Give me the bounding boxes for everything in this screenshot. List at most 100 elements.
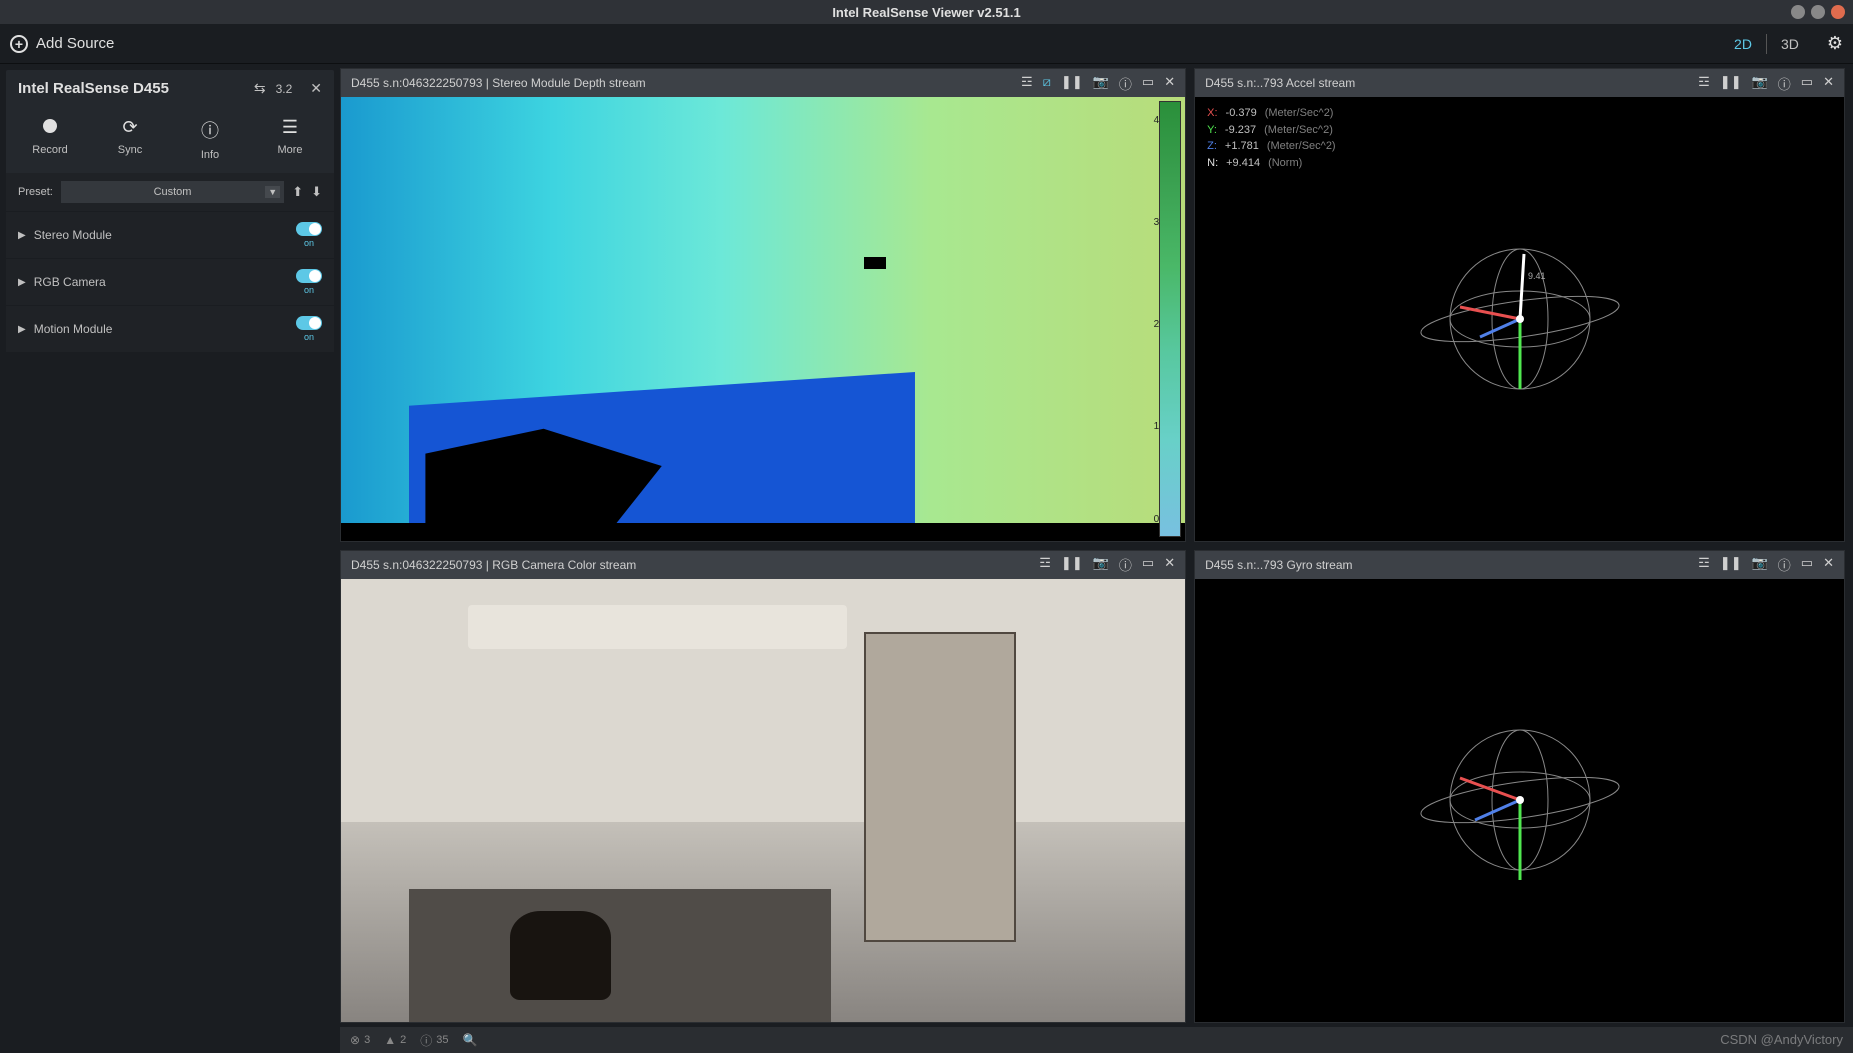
info-icon: ⓘ bbox=[180, 117, 240, 143]
depth-colorbar bbox=[1159, 101, 1181, 537]
status-errors[interactable]: ⊗ 3 bbox=[350, 1033, 370, 1047]
close-stream-icon[interactable]: ✕ bbox=[1823, 74, 1834, 93]
preset-value: Custom bbox=[154, 186, 192, 198]
maximize-button[interactable] bbox=[1811, 5, 1825, 19]
minimize-button[interactable] bbox=[1791, 5, 1805, 19]
chevron-down-icon: ▼ bbox=[265, 186, 280, 198]
pause-icon[interactable]: ❚❚ bbox=[1720, 555, 1742, 574]
colorbar-tick: 2 bbox=[1154, 319, 1160, 330]
camera-icon[interactable]: 📷 bbox=[1093, 74, 1109, 93]
close-stream-icon[interactable]: ✕ bbox=[1164, 555, 1175, 574]
chart-icon[interactable]: ⧄ bbox=[1043, 74, 1051, 93]
colorbar-tick: 0 bbox=[1154, 514, 1160, 525]
camera-icon[interactable]: 📷 bbox=[1093, 555, 1109, 574]
gyro-gimbal bbox=[1410, 700, 1630, 900]
close-device-button[interactable]: ✕ bbox=[310, 80, 322, 97]
more-label: More bbox=[260, 144, 320, 156]
module-toggle[interactable] bbox=[296, 316, 322, 330]
record-button[interactable]: Record bbox=[20, 117, 80, 161]
accel-stream-panel: D455 s.n:..793 Accel stream ☲ ❚❚ 📷 ⓘ ▭ ✕… bbox=[1194, 68, 1845, 542]
window-controls bbox=[1791, 5, 1845, 19]
window-title: Intel RealSense Viewer v2.51.1 bbox=[832, 5, 1020, 20]
stream-info-icon[interactable]: ⓘ bbox=[1119, 74, 1132, 93]
rgb-stream-controls: ☲ ❚❚ 📷 ⓘ ▭ ✕ bbox=[1039, 555, 1175, 574]
pause-icon[interactable]: ❚❚ bbox=[1061, 555, 1083, 574]
camera-icon[interactable]: 📷 bbox=[1752, 74, 1768, 93]
module-toggle-state: on bbox=[296, 332, 322, 342]
view-toggle: 2D 3D bbox=[1722, 32, 1811, 56]
titlebar: Intel RealSense Viewer v2.51.1 bbox=[0, 0, 1853, 24]
rgb-stream-panel: D455 s.n:046322250793 | RGB Camera Color… bbox=[340, 550, 1186, 1024]
error-icon: ⊗ bbox=[350, 1033, 360, 1047]
module-row[interactable]: ▶ Motion Module on bbox=[6, 305, 334, 352]
status-info[interactable]: ⓘ 35 bbox=[420, 1032, 448, 1049]
sync-icon: ⟳ bbox=[100, 117, 160, 138]
list-icon[interactable]: ☲ bbox=[1039, 555, 1051, 574]
rgb-stream-view[interactable] bbox=[341, 579, 1185, 1023]
colorbar-tick: 3 bbox=[1154, 217, 1160, 228]
module-name: Stereo Module bbox=[34, 228, 296, 242]
add-source-label: Add Source bbox=[36, 35, 114, 52]
stream-info-icon[interactable]: ⓘ bbox=[1119, 555, 1132, 574]
preset-select[interactable]: Custom ▼ bbox=[61, 181, 284, 203]
pause-icon[interactable]: ❚❚ bbox=[1720, 74, 1742, 93]
plus-icon: + bbox=[10, 35, 28, 53]
accel-stream-view[interactable]: X:-0.379(Meter/Sec^2)Y:-9.237(Meter/Sec^… bbox=[1195, 97, 1844, 541]
window-icon[interactable]: ▭ bbox=[1801, 555, 1813, 574]
download-preset-icon[interactable]: ⬇ bbox=[311, 184, 322, 200]
hamburger-icon: ☰ bbox=[260, 117, 320, 138]
pause-icon[interactable]: ❚❚ bbox=[1061, 74, 1083, 93]
gyro-stream-view[interactable] bbox=[1195, 579, 1844, 1023]
depth-stream-title: D455 s.n:046322250793 | Stereo Module De… bbox=[351, 76, 1021, 90]
upload-preset-icon[interactable]: ⬆ bbox=[292, 184, 303, 200]
depth-stream-view[interactable]: 4 3 2 1 0 bbox=[341, 97, 1185, 541]
colorbar-tick: 4 bbox=[1154, 115, 1160, 126]
more-button[interactable]: ☰ More bbox=[260, 117, 320, 161]
sync-label: Sync bbox=[100, 144, 160, 156]
error-count: 3 bbox=[364, 1034, 370, 1046]
camera-icon[interactable]: 📷 bbox=[1752, 555, 1768, 574]
module-toggle[interactable] bbox=[296, 222, 322, 236]
sidebar: Intel RealSense D455 ⇆ 3.2 ✕ Record ⟳ Sy… bbox=[0, 64, 340, 1053]
info-label: Info bbox=[180, 149, 240, 161]
gyro-stream-panel: D455 s.n:..793 Gyro stream ☲ ❚❚ 📷 ⓘ ▭ ✕ bbox=[1194, 550, 1845, 1024]
record-label: Record bbox=[20, 144, 80, 156]
module-toggle[interactable] bbox=[296, 269, 322, 283]
colorbar-tick: 1 bbox=[1154, 421, 1160, 432]
info-button[interactable]: ⓘ Info bbox=[180, 117, 240, 161]
info-count: 35 bbox=[436, 1034, 448, 1046]
window-icon[interactable]: ▭ bbox=[1142, 555, 1154, 574]
close-button[interactable] bbox=[1831, 5, 1845, 19]
module-row[interactable]: ▶ Stereo Module on bbox=[6, 211, 334, 258]
rgb-stream-title: D455 s.n:046322250793 | RGB Camera Color… bbox=[351, 558, 1039, 572]
stream-info-icon[interactable]: ⓘ bbox=[1778, 74, 1791, 93]
list-icon[interactable]: ☲ bbox=[1698, 555, 1710, 574]
list-icon[interactable]: ☲ bbox=[1021, 74, 1033, 93]
module-row[interactable]: ▶ RGB Camera on bbox=[6, 258, 334, 305]
status-search[interactable]: 🔍 bbox=[462, 1033, 477, 1047]
close-stream-icon[interactable]: ✕ bbox=[1823, 555, 1834, 574]
record-icon bbox=[43, 119, 57, 133]
view-divider bbox=[1766, 34, 1767, 54]
device-name: Intel RealSense D455 bbox=[18, 80, 244, 97]
info-status-icon: ⓘ bbox=[420, 1032, 432, 1049]
view-2d-button[interactable]: 2D bbox=[1722, 32, 1764, 56]
watermark: CSDN @AndyVictory bbox=[1720, 1032, 1843, 1047]
view-3d-button[interactable]: 3D bbox=[1769, 32, 1811, 56]
stream-info-icon[interactable]: ⓘ bbox=[1778, 555, 1791, 574]
module-toggle-state: on bbox=[296, 238, 322, 248]
accel-marker-label: 9.41 bbox=[1528, 271, 1546, 281]
close-stream-icon[interactable]: ✕ bbox=[1164, 74, 1175, 93]
list-icon[interactable]: ☲ bbox=[1698, 74, 1710, 93]
add-source-button[interactable]: + Add Source bbox=[10, 35, 114, 53]
window-icon[interactable]: ▭ bbox=[1142, 74, 1154, 93]
usb-icon: ⇆ bbox=[254, 80, 266, 97]
preset-label: Preset: bbox=[18, 186, 53, 198]
settings-icon[interactable]: ⚙ bbox=[1827, 33, 1843, 54]
status-warnings[interactable]: ▲ 2 bbox=[384, 1033, 406, 1047]
accel-gimbal: 9.41 bbox=[1410, 219, 1630, 419]
sync-button[interactable]: ⟳ Sync bbox=[100, 117, 160, 161]
usb-version: 3.2 bbox=[276, 82, 293, 96]
depth-stream-panel: D455 s.n:046322250793 | Stereo Module De… bbox=[340, 68, 1186, 542]
window-icon[interactable]: ▭ bbox=[1801, 74, 1813, 93]
